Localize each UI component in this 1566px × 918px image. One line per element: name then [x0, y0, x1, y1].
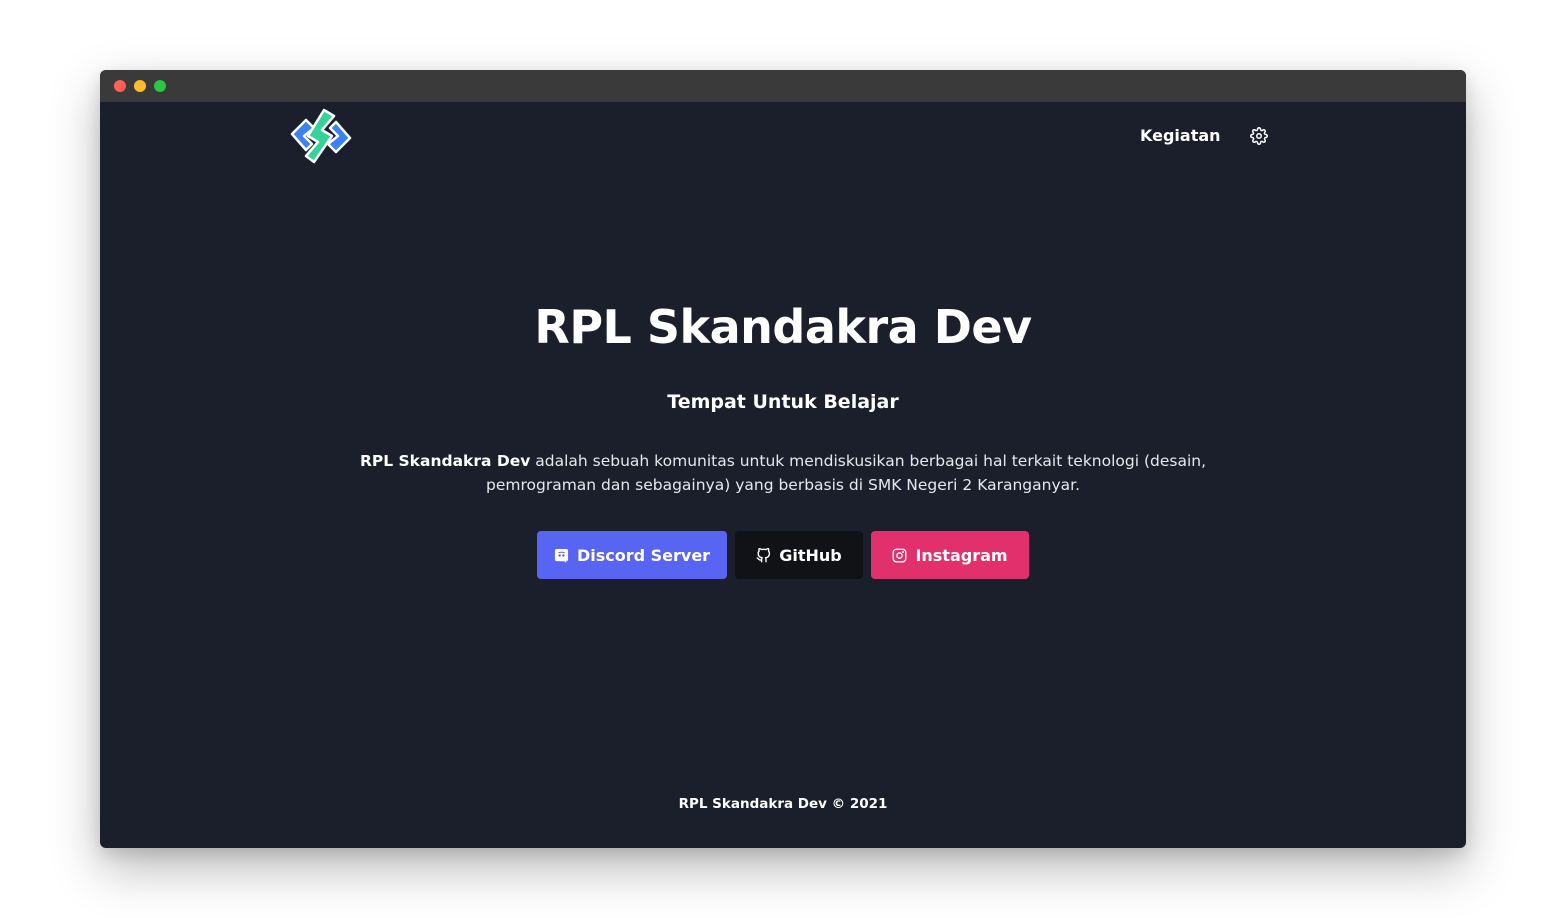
hero-section: RPL Skandakra Dev Tempat Untuk Belajar R… — [100, 300, 1466, 580]
minimize-dot[interactable] — [134, 80, 146, 92]
github-button[interactable]: GitHub — [735, 531, 863, 580]
navbar: Kegiatan — [100, 102, 1466, 172]
hero-subtitle: Tempat Untuk Belajar — [667, 391, 899, 414]
gear-icon[interactable] — [1250, 127, 1268, 145]
window-titlebar — [100, 70, 1466, 102]
github-button-label: GitHub — [779, 545, 842, 565]
github-icon — [756, 547, 771, 563]
social-buttons: Discord Server GitHub Instagram — [100, 531, 1466, 580]
close-dot[interactable] — [114, 80, 126, 92]
hero-title: RPL Skandakra Dev — [534, 300, 1032, 354]
instagram-button-label: Instagram — [915, 545, 1008, 565]
nav-link-kegiatan[interactable]: Kegiatan — [1140, 126, 1221, 145]
skandakra-logo-icon[interactable] — [288, 108, 354, 164]
maximize-dot[interactable] — [154, 80, 166, 92]
instagram-icon — [893, 548, 907, 563]
discord-icon — [554, 548, 568, 563]
instagram-button[interactable]: Instagram — [871, 531, 1029, 580]
browser-window: Kegiatan RPL Skandakra Dev Tempat Untuk … — [100, 70, 1466, 848]
description-text: adalah sebuah komunitas untuk mendiskusi… — [486, 452, 1207, 495]
discord-button-label: Discord Server — [576, 545, 711, 565]
discord-button[interactable]: Discord Server — [537, 531, 727, 580]
hero-description: RPL Skandakra Dev adalah sebuah komunita… — [343, 449, 1223, 497]
description-bold: RPL Skandakra Dev — [359, 452, 531, 471]
footer-copyright: RPL Skandakra Dev © 2021 — [678, 796, 888, 812]
